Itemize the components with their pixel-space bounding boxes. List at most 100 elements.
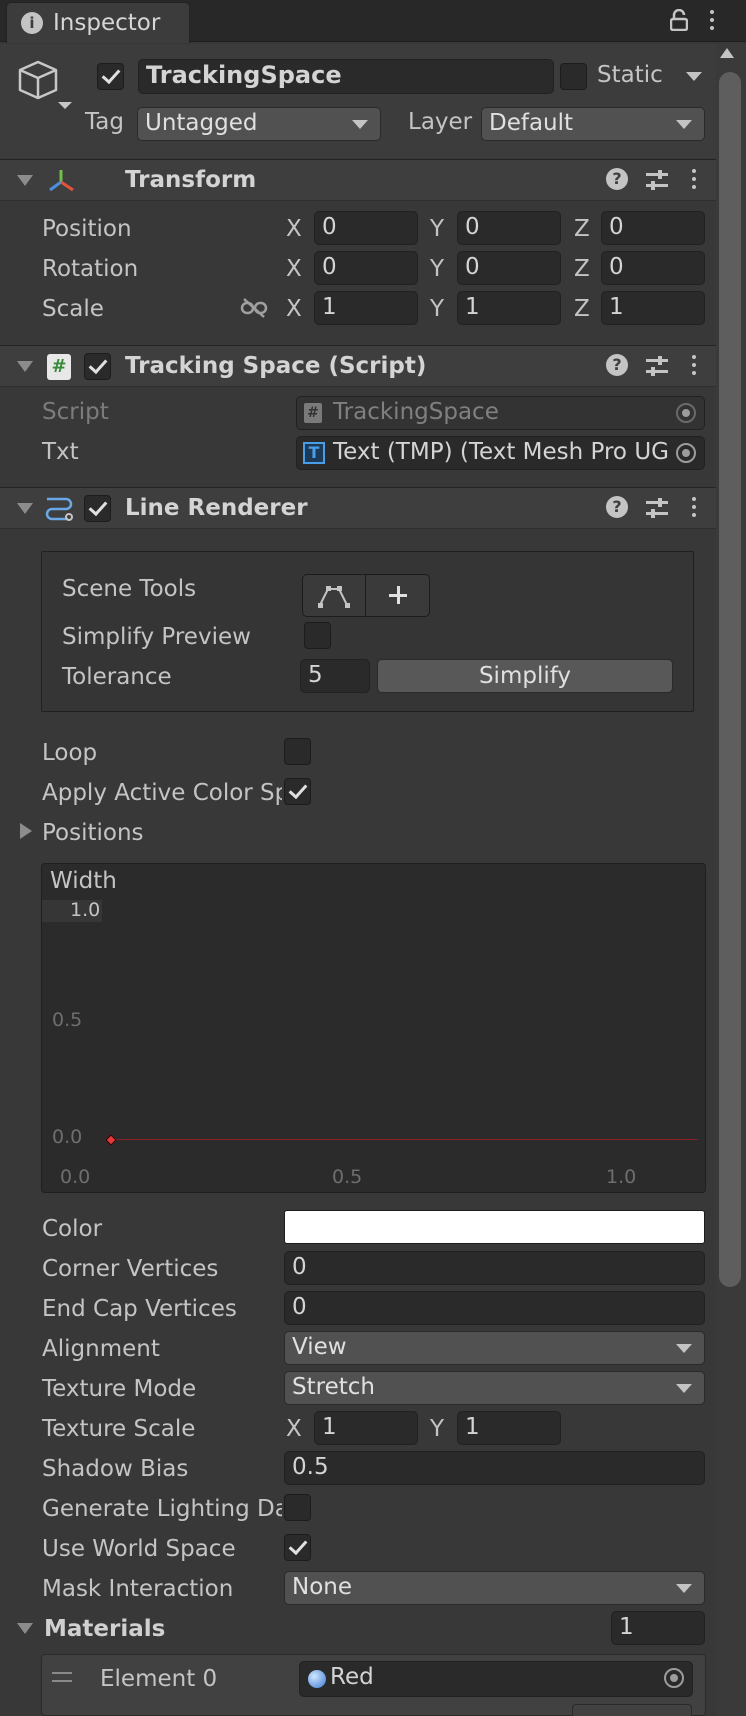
materials-count-field[interactable]: 1 [611,1611,705,1645]
tolerance-field[interactable]: 5 [300,659,370,693]
simplify-preview-checkbox[interactable] [304,622,331,649]
object-picker-icon[interactable] [676,443,696,463]
list-footer [572,1704,692,1716]
positions-foldout-arrow-icon[interactable] [20,823,32,839]
shadow-bias-field[interactable]: 0.5 [284,1451,705,1485]
element0-value: Red [330,1664,374,1690]
line-renderer-enabled-checkbox[interactable] [84,495,111,522]
rotation-y-field[interactable]: 0 [457,251,561,285]
chevron-down-icon [676,1384,692,1393]
help-icon[interactable]: ? [606,354,628,376]
generate-lighting-checkbox[interactable] [284,1494,311,1521]
apply-color-checkbox[interactable] [284,778,311,805]
width-curve-graph[interactable]: Width 1.0 0.5 0.0 0.0 0.5 1.0 [41,863,706,1193]
help-icon[interactable]: ? [606,168,628,190]
positions-label[interactable]: Positions [42,820,144,846]
unlinked-scale-icon[interactable] [240,297,268,319]
materials-label[interactable]: Materials [44,1616,165,1642]
end-cap-vertices-label: End Cap Vertices [42,1296,237,1322]
axis-y-label: Y [430,216,445,242]
scale-z-field[interactable]: 1 [601,291,705,325]
width-label: Width [50,868,117,894]
use-world-space-checkbox[interactable] [284,1534,311,1561]
script-enabled-checkbox[interactable] [84,353,111,380]
scale-x-field[interactable]: 1 [314,291,418,325]
axis-y-label: Y [430,1416,445,1442]
foldout-arrow-icon[interactable] [17,175,33,186]
texture-scale-y-field[interactable]: 1 [457,1411,561,1445]
tag-dropdown[interactable]: Untagged [137,107,381,141]
tag-value: Untagged [145,110,258,136]
tolerance-label: Tolerance [62,664,172,690]
axis-x-label: X [286,256,302,282]
loop-label: Loop [42,740,98,766]
tracking-script-title: Tracking Space (Script) [125,353,427,379]
position-x-field[interactable]: 0 [314,211,418,245]
foldout-arrow-icon[interactable] [17,361,33,372]
position-y-field[interactable]: 0 [457,211,561,245]
gameobject-name-field[interactable]: TrackingSpace [138,59,554,94]
materials-foldout-arrow-icon[interactable] [17,1623,33,1634]
end-cap-vertices-field[interactable]: 0 [284,1291,705,1325]
y-tick-1: 1.0 [70,899,101,921]
scroll-up-icon[interactable] [720,48,734,58]
tab-label: Inspector [53,10,161,36]
texture-scale-x-field[interactable]: 1 [314,1411,418,1445]
edit-points-button[interactable] [303,575,366,616]
transform-header[interactable]: Transform ? [0,159,716,201]
y-tick-0-5: 0.5 [52,1009,83,1031]
curve-key-point[interactable] [105,1134,117,1146]
component-header-icons: ? [606,496,716,522]
presets-icon[interactable] [646,498,668,518]
mask-interaction-dropdown[interactable]: None [284,1571,705,1605]
lock-icon[interactable] [669,8,689,32]
add-point-button[interactable] [367,575,429,616]
script-icon: # [47,354,71,380]
gameobject-active-checkbox[interactable] [97,63,124,90]
transform-title: Transform [125,167,257,193]
texture-mode-dropdown[interactable]: Stretch [284,1371,705,1405]
rotation-x-field[interactable]: 0 [314,251,418,285]
loop-checkbox[interactable] [284,738,311,765]
layer-label: Layer [408,109,473,135]
axis-z-label: Z [574,216,590,242]
static-label: Static [597,62,663,88]
x-tick-0: 0.0 [60,1166,91,1188]
presets-icon[interactable] [646,170,668,190]
tab-inspector[interactable]: i Inspector [6,2,190,43]
drag-handle-icon[interactable] [52,1672,72,1682]
object-picker-icon[interactable] [664,1668,684,1688]
position-z-field[interactable]: 0 [601,211,705,245]
scrollbar-thumb[interactable] [719,72,741,1287]
tracking-script-header[interactable]: # Tracking Space (Script) ? [0,345,716,387]
element0-field[interactable]: Red [299,1661,693,1697]
chevron-down-icon [676,120,692,129]
alignment-dropdown[interactable]: View [284,1331,705,1365]
line-renderer-header[interactable]: Line Renderer ? [0,487,716,529]
component-menu-icon[interactable] [692,497,696,519]
layer-dropdown[interactable]: Default [481,107,705,141]
tag-label: Tag [85,109,124,135]
axis-z-label: Z [574,256,590,282]
line-renderer-title: Line Renderer [125,495,308,521]
scale-y-field[interactable]: 1 [457,291,561,325]
material-sphere-icon [308,1670,326,1688]
corner-vertices-field[interactable]: 0 [284,1251,705,1285]
gameobject-cube-icon[interactable] [16,58,72,114]
txt-field[interactable]: T Text (TMP) (Text Mesh Pro UG [296,436,705,470]
simplify-button[interactable]: Simplify [377,659,673,693]
static-dropdown-arrow-icon[interactable] [686,72,702,81]
texture-mode-value: Stretch [292,1374,375,1400]
component-menu-icon[interactable] [692,355,696,377]
foldout-arrow-icon[interactable] [17,503,33,514]
object-picker-icon[interactable] [676,403,696,423]
component-menu-icon[interactable] [692,169,696,191]
help-icon[interactable]: ? [606,496,628,518]
color-swatch[interactable] [284,1210,705,1244]
texture-mode-label: Texture Mode [42,1376,197,1402]
static-checkbox[interactable] [560,63,587,90]
presets-icon[interactable] [646,356,668,376]
tab-menu-icon[interactable] [710,10,714,32]
rotation-z-field[interactable]: 0 [601,251,705,285]
y-tick-0: 0.0 [52,1126,83,1148]
